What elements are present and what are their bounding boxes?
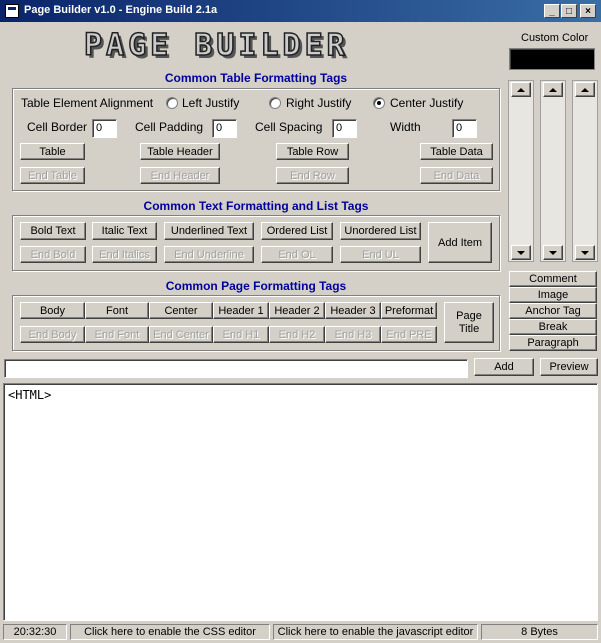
arrow-down-icon [517,250,525,255]
header-2-button[interactable]: Header 2 [269,302,325,319]
preformat-button[interactable]: Preformat [381,302,437,319]
app-icon [5,4,19,18]
end-center-button[interactable]: End Center [149,326,213,343]
center-button[interactable]: Center [149,302,213,319]
table-button[interactable]: Table [20,143,85,160]
body-button[interactable]: Body [20,302,85,319]
header-1-button[interactable]: Header 1 [213,302,269,319]
cell-padding-input[interactable]: 0 [212,119,237,138]
end-font-button[interactable]: End Font [85,326,149,343]
minimize-button[interactable]: _ [544,4,560,18]
cell-spacing-input[interactable]: 0 [332,119,357,138]
end-underline-button[interactable]: End Underline [164,246,254,263]
red-scroll-up[interactable] [511,82,531,97]
html-editor[interactable]: <HTML> [3,383,598,621]
status-time: 20:32:30 [3,624,67,640]
left-justify-radio[interactable] [166,97,178,109]
red-scrollbar[interactable] [508,80,534,262]
status-size: 8 Bytes [481,624,598,640]
green-scrollbar[interactable] [540,80,566,262]
comment-button[interactable]: Comment [509,271,597,287]
table-section-title: Common Table Formatting Tags [164,71,348,85]
blue-scroll-down[interactable] [575,245,595,260]
underlined-text-button[interactable]: Underlined Text [164,222,254,240]
anchor-tag-button[interactable]: Anchor Tag [509,303,597,319]
end-h1-button[interactable]: End H1 [213,326,269,343]
blue-scrollbar[interactable] [572,80,598,262]
arrow-up-icon [517,87,525,92]
header-3-button[interactable]: Header 3 [325,302,381,319]
ordered-list-button[interactable]: Ordered List [261,222,333,240]
add-item-button[interactable]: Add Item [428,222,492,263]
center-justify-radio[interactable] [373,97,385,109]
end-header-button[interactable]: End Header [140,167,220,184]
preview-button[interactable]: Preview [540,358,598,376]
cell-spacing-label: Cell Spacing [255,120,323,134]
red-scroll-down[interactable] [511,245,531,260]
width-label: Width [390,120,421,134]
app-logo: PAGE BUILDER [83,27,349,64]
table-header-button[interactable]: Table Header [140,143,220,160]
custom-color-swatch[interactable] [509,48,595,70]
end-h2-button[interactable]: End H2 [269,326,325,343]
cell-padding-label: Cell Padding [135,120,204,134]
green-scroll-down[interactable] [543,245,563,260]
js-editor-toggle[interactable]: Click here to enable the javascript edit… [273,624,478,640]
title-bar[interactable]: Page Builder v1.0 - Engine Build 2.1a [0,0,601,22]
center-justify-label[interactable]: Center Justify [390,96,463,110]
end-bold-button[interactable]: End Bold [20,246,86,263]
right-justify-radio[interactable] [269,97,281,109]
arrow-up-icon [549,87,557,92]
blue-scroll-up[interactable] [575,82,595,97]
cell-border-label: Cell Border [27,120,88,134]
custom-color-label: Custom Color [521,32,589,44]
window-title: Page Builder v1.0 - Engine Build 2.1a [24,4,218,16]
table-data-button[interactable]: Table Data [420,143,493,160]
italic-text-button[interactable]: Italic Text [92,222,157,240]
cell-border-input[interactable]: 0 [92,119,117,138]
end-ul-button[interactable]: End UL [340,246,421,263]
page-title-line-2: Title [458,322,480,335]
end-data-button[interactable]: End Data [420,167,493,184]
arrow-down-icon [549,250,557,255]
text-section-title: Common Text Formatting and List Tags [143,199,369,213]
width-input[interactable]: 0 [452,119,477,138]
end-ol-button[interactable]: End OL [261,246,333,263]
unordered-list-button[interactable]: Unordered List [340,222,421,240]
alignment-label: Table Element Alignment [21,96,154,110]
bold-text-button[interactable]: Bold Text [20,222,86,240]
page-title-button[interactable]: Page Title [444,302,494,343]
tag-input[interactable] [4,359,468,378]
css-editor-toggle[interactable]: Click here to enable the CSS editor [70,624,270,640]
left-justify-label[interactable]: Left Justify [182,96,239,110]
end-body-button[interactable]: End Body [20,326,85,343]
end-pre-button[interactable]: End PRE [381,326,437,343]
add-button[interactable]: Add [474,358,534,376]
font-button[interactable]: Font [85,302,149,319]
green-scroll-up[interactable] [543,82,563,97]
arrow-up-icon [581,87,589,92]
end-table-button[interactable]: End Table [20,167,85,184]
image-button[interactable]: Image [509,287,597,303]
end-row-button[interactable]: End Row [276,167,349,184]
paragraph-button[interactable]: Paragraph [509,335,597,351]
maximize-button[interactable]: □ [561,4,577,18]
arrow-down-icon [581,250,589,255]
end-h3-button[interactable]: End H3 [325,326,381,343]
table-row-button[interactable]: Table Row [276,143,349,160]
right-justify-label[interactable]: Right Justify [286,96,351,110]
break-button[interactable]: Break [509,319,597,335]
end-italics-button[interactable]: End Italics [92,246,157,263]
page-section-title: Common Page Formatting Tags [165,279,347,293]
close-button[interactable]: × [580,4,596,18]
page-title-line-1: Page [456,309,482,322]
